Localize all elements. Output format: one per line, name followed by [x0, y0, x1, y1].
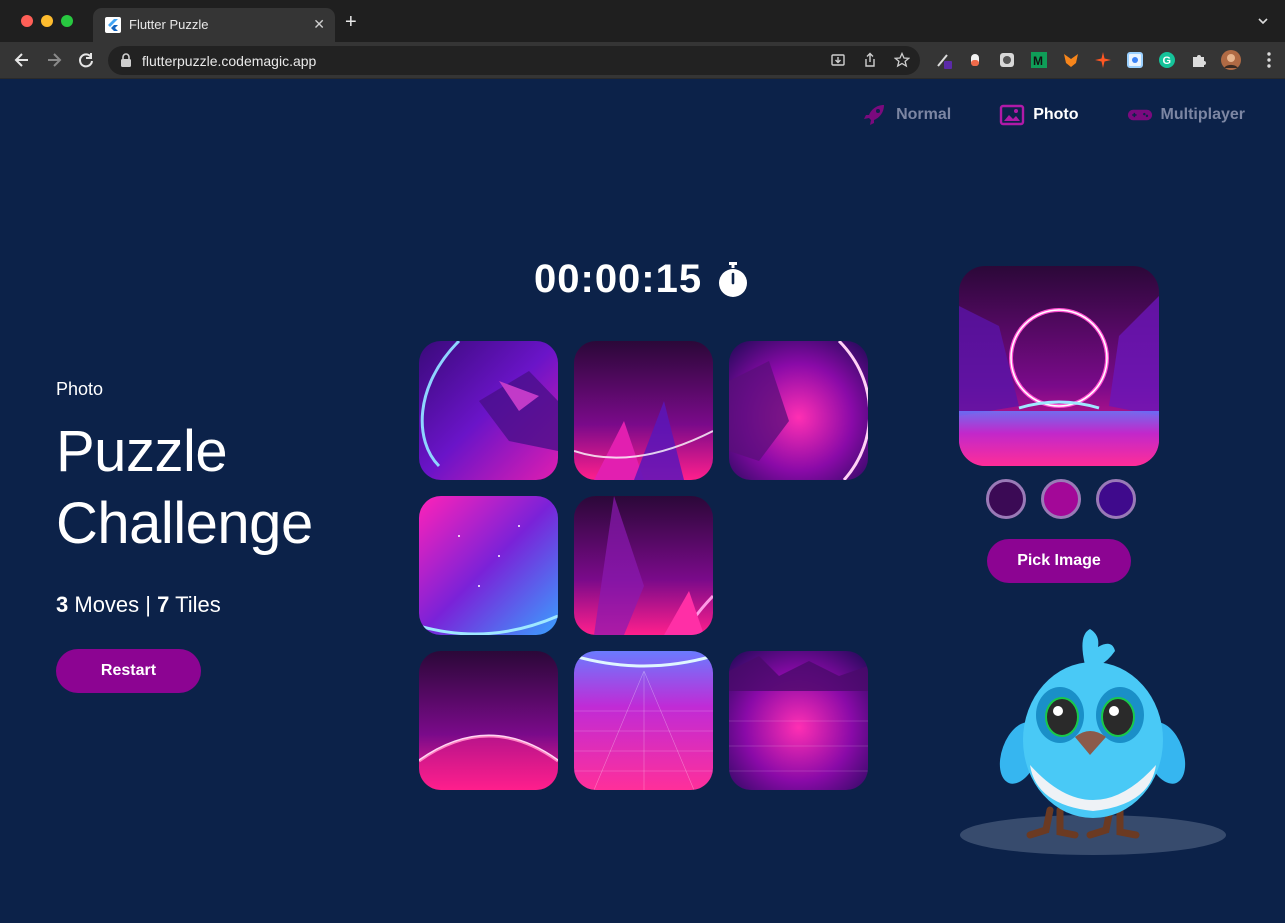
puzzle-page: Normal Photo Multiplayer Photo Puzzle Ch… — [0, 79, 1285, 923]
minimize-window-button[interactable] — [41, 15, 53, 27]
puzzle-tile[interactable] — [729, 651, 868, 790]
browser-tab[interactable]: Flutter Puzzle ✕ — [93, 8, 335, 42]
gamepad-icon — [1127, 103, 1153, 127]
target-image-preview — [959, 266, 1159, 466]
mode-multiplayer-label: Multiplayer — [1160, 106, 1245, 123]
extension-m-icon[interactable]: M — [1030, 51, 1048, 69]
color-swatch-group — [986, 479, 1136, 519]
tiles-label: Tiles — [169, 592, 221, 617]
dash-mascot-illustration — [960, 625, 1230, 857]
url-text: flutterpuzzle.codemagic.app — [142, 53, 317, 69]
new-tab-button[interactable]: + — [345, 12, 357, 32]
puzzle-tile[interactable] — [419, 496, 558, 635]
timer-text: 00:00:15 — [534, 257, 703, 301]
reload-icon[interactable] — [76, 50, 96, 70]
bookmark-star-icon[interactable] — [893, 51, 911, 68]
profile-avatar[interactable] — [1221, 50, 1241, 70]
color-swatch[interactable] — [1041, 479, 1081, 519]
pick-image-button[interactable]: Pick Image — [987, 539, 1131, 583]
mode-selector: Normal Photo Multiplayer — [862, 103, 1245, 127]
tiles-count: 7 — [157, 592, 170, 617]
puzzle-tile[interactable] — [419, 341, 558, 480]
game-info-panel: Photo Puzzle Challenge 3 Moves | 7 Tiles… — [56, 379, 376, 693]
tab-close-icon[interactable]: ✕ — [313, 16, 325, 33]
rocket-icon — [862, 103, 888, 127]
moves-label: Moves | — [68, 592, 158, 617]
mode-photo-tab[interactable]: Photo — [999, 103, 1079, 127]
mode-label: Photo — [56, 379, 104, 399]
extension-shield-icon[interactable] — [998, 51, 1016, 69]
flutter-logo-icon — [105, 17, 121, 33]
puzzle-tile[interactable] — [574, 651, 713, 790]
forward-arrow-icon[interactable] — [44, 50, 64, 70]
back-arrow-icon[interactable] — [12, 50, 32, 70]
browser-menu-icon[interactable] — [1267, 52, 1271, 68]
puzzle-board — [419, 341, 869, 791]
browser-toolbar: flutterpuzzle.codemagic.app M G — [0, 42, 1285, 79]
lock-icon — [120, 53, 132, 67]
extension-pen-icon[interactable] — [935, 51, 953, 69]
moves-count: 3 — [56, 592, 69, 617]
extension-capsule-icon[interactable] — [966, 51, 984, 69]
install-app-icon[interactable] — [830, 52, 846, 68]
mode-photo-label: Photo — [1033, 106, 1079, 123]
color-swatch[interactable] — [986, 479, 1026, 519]
mode-multiplayer-tab[interactable]: Multiplayer — [1127, 103, 1245, 127]
tab-title: Flutter Puzzle — [129, 17, 209, 32]
browser-titlebar: Flutter Puzzle ✕ + — [0, 0, 1285, 42]
extension-spark-icon[interactable] — [1094, 51, 1112, 69]
color-swatch[interactable] — [1096, 479, 1136, 519]
share-icon[interactable] — [862, 52, 878, 68]
image-icon — [999, 103, 1025, 127]
svg-text:G: G — [1163, 55, 1172, 67]
move-counter: 3 Moves | 7 Tiles — [56, 592, 376, 618]
mode-normal-label: Normal — [896, 106, 952, 123]
svg-text:M: M — [1033, 54, 1043, 68]
maximize-window-button[interactable] — [61, 15, 73, 27]
restart-button[interactable]: Restart — [56, 649, 201, 693]
extensions-puzzle-icon[interactable] — [1190, 51, 1208, 69]
extension-fox-icon[interactable] — [1062, 51, 1080, 69]
puzzle-tile[interactable] — [419, 651, 558, 790]
puzzle-tile[interactable] — [574, 496, 713, 635]
puzzle-tile[interactable] — [574, 341, 713, 480]
page-title: Puzzle Challenge — [56, 419, 313, 556]
tab-search-chevron-icon[interactable] — [1257, 14, 1269, 26]
timer: 00:00:15 — [534, 257, 750, 302]
stopwatch-icon — [716, 261, 750, 299]
close-window-button[interactable] — [21, 15, 33, 27]
address-bar[interactable]: flutterpuzzle.codemagic.app — [108, 46, 920, 75]
extension-frame-icon[interactable] — [1126, 51, 1144, 69]
puzzle-tile[interactable] — [729, 341, 868, 480]
mode-normal-tab[interactable]: Normal — [862, 103, 951, 127]
grammarly-icon[interactable]: G — [1158, 51, 1176, 69]
